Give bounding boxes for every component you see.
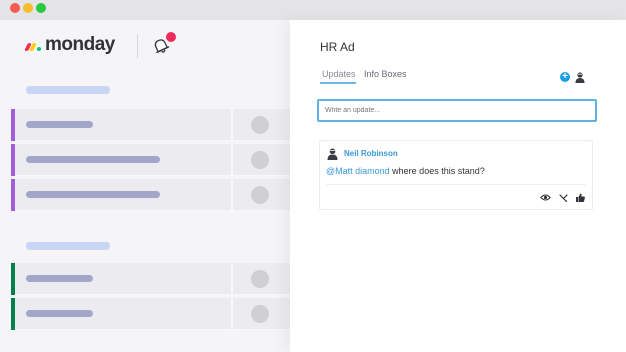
notification-badge: [166, 32, 176, 42]
row-item-name: [26, 156, 160, 163]
row-color-bar: [11, 109, 15, 141]
updates-panel: HR Ad Updates Info Boxes + Neil Robinson…: [290, 20, 626, 352]
brand-logo[interactable]: monday: [24, 32, 115, 58]
table-row[interactable]: [11, 109, 290, 141]
author-avatar-icon[interactable]: [326, 147, 339, 160]
item-title: HR Ad: [320, 40, 355, 54]
table-row[interactable]: [11, 144, 290, 176]
update-card: Neil Robinson @Matt diamond where does t…: [319, 140, 593, 210]
cell-divider: [231, 109, 233, 141]
row-color-bar: [11, 298, 15, 330]
cell-divider: [231, 144, 233, 176]
row-color-bar: [11, 179, 15, 211]
person-avatar[interactable]: [251, 270, 269, 288]
table-row[interactable]: [11, 298, 290, 330]
row-item-name: [26, 121, 93, 128]
person-avatar[interactable]: [251, 116, 269, 134]
window-minimize-button[interactable]: [23, 3, 33, 13]
active-tab-indicator: [320, 82, 356, 84]
thumbs-up-icon[interactable]: [575, 192, 586, 203]
row-item-name: [26, 275, 93, 282]
row-color-bar: [11, 263, 15, 295]
update-author[interactable]: Neil Robinson: [344, 149, 398, 158]
tab-info-boxes[interactable]: Info Boxes: [364, 69, 407, 79]
user-avatar-icon[interactable]: [574, 71, 586, 83]
table-row[interactable]: [11, 179, 290, 211]
update-text: @Matt diamond where does this stand?: [326, 166, 485, 176]
group-header[interactable]: [26, 242, 110, 250]
update-message: where does this stand?: [389, 166, 485, 176]
tab-updates[interactable]: Updates: [322, 69, 356, 79]
table-row[interactable]: [11, 263, 290, 295]
group-header[interactable]: [26, 86, 110, 94]
window-close-button[interactable]: [10, 3, 20, 13]
person-avatar[interactable]: [251, 151, 269, 169]
update-input[interactable]: [317, 99, 597, 122]
cell-divider: [231, 263, 233, 295]
monday-logo-icon: [24, 39, 41, 51]
eye-icon[interactable]: [540, 192, 551, 203]
board: monday: [0, 20, 290, 352]
cell-divider: [231, 298, 233, 330]
window-zoom-button[interactable]: [36, 3, 46, 13]
reply-icon[interactable]: [558, 192, 569, 203]
plus-circle-icon[interactable]: +: [560, 72, 570, 82]
row-color-bar: [11, 144, 15, 176]
person-avatar[interactable]: [251, 186, 269, 204]
person-avatar[interactable]: [251, 305, 269, 323]
window-titlebar: [0, 0, 626, 20]
card-divider: [326, 184, 586, 185]
brand-name: monday: [45, 34, 115, 55]
row-item-name: [26, 310, 93, 317]
row-item-name: [26, 191, 160, 198]
user-mention[interactable]: @Matt diamond: [326, 166, 390, 176]
header-divider: [137, 34, 138, 58]
cell-divider: [231, 179, 233, 211]
app-window: monday HR Ad Updates Info Boxes + Write …: [0, 20, 626, 352]
